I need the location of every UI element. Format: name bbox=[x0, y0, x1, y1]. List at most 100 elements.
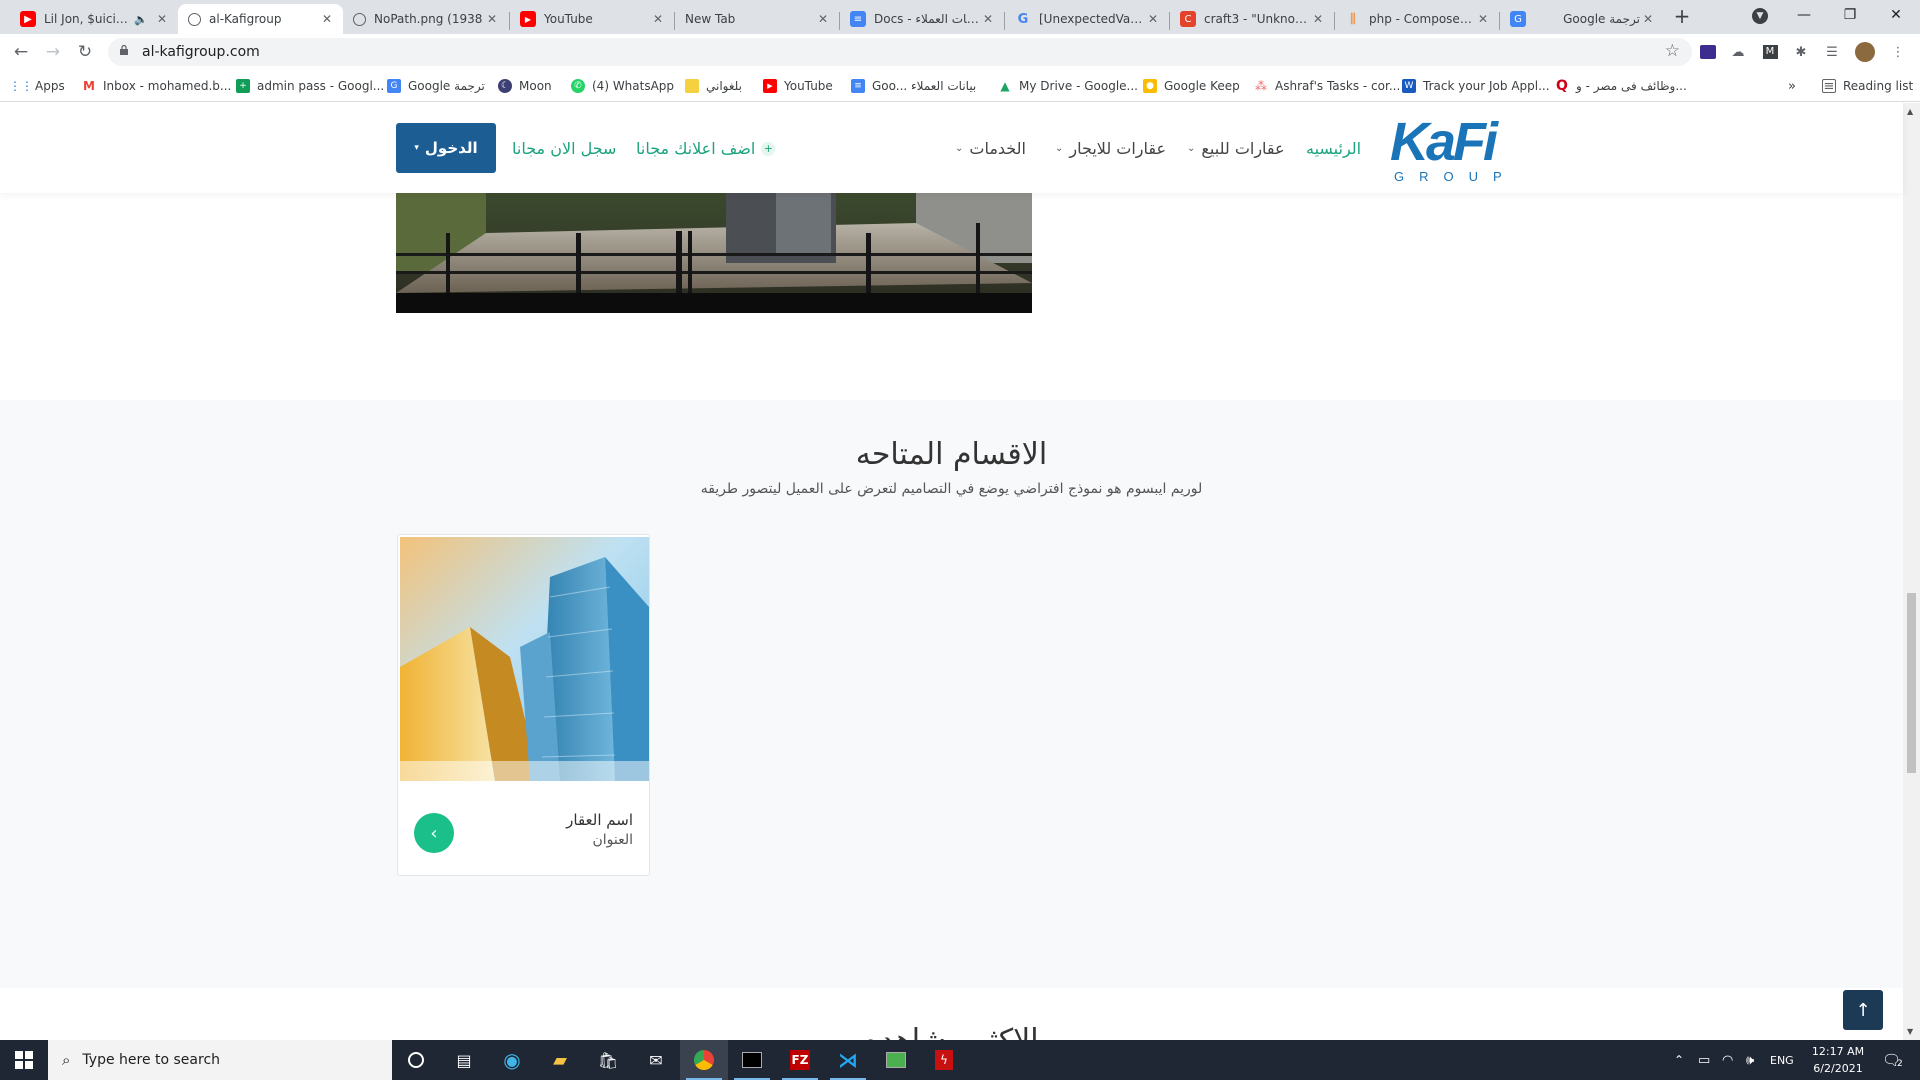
terminal-icon[interactable] bbox=[728, 1040, 776, 1080]
close-icon[interactable]: ✕ bbox=[154, 12, 170, 26]
extension-cloud-icon[interactable]: ☁ bbox=[1728, 42, 1748, 62]
bookmark-item[interactable]: W Track your Job Appl... bbox=[1402, 77, 1550, 95]
bookmark-star-icon[interactable]: ☆ bbox=[1665, 41, 1680, 61]
speaker-mute-icon[interactable]: 🔈 bbox=[134, 13, 148, 26]
nav-for-sale[interactable]: ⌄ عقارات للبيع bbox=[1187, 139, 1285, 158]
browser-tab[interactable]: ▶ Lil Jon, $uicide 🔈 ✕ bbox=[10, 4, 178, 34]
browser-tab[interactable]: G [UnexpectedValue ✕ bbox=[1005, 4, 1169, 34]
logo-subtitle: GROUP bbox=[1394, 169, 1517, 184]
vscode-icon[interactable]: ⋊ bbox=[824, 1040, 872, 1080]
edge-icon[interactable]: ◉ bbox=[488, 1040, 536, 1080]
media-queue-icon[interactable]: ☰ bbox=[1822, 42, 1842, 62]
bookmark-item[interactable]: G Google ترجمة bbox=[387, 77, 485, 95]
tab-search-icon[interactable]: ▼ bbox=[1748, 4, 1772, 28]
url-text[interactable]: al-kafigroup.com bbox=[142, 44, 260, 60]
reload-icon[interactable]: ↻ bbox=[73, 40, 97, 64]
avatar[interactable] bbox=[1855, 42, 1875, 62]
nav-services[interactable]: ⌄ الخدمات bbox=[955, 139, 1026, 158]
mail-icon[interactable]: ✉ bbox=[632, 1040, 680, 1080]
browser-tab[interactable]: NoPath.png (1938 ✕ bbox=[343, 4, 508, 34]
bookmark-item[interactable]: بلغواني bbox=[685, 77, 742, 95]
nav-home[interactable]: الرئيسيه bbox=[1306, 139, 1361, 158]
scroll-to-top-button[interactable]: ↑ bbox=[1843, 990, 1883, 1030]
kebab-menu-icon[interactable]: ⋮ bbox=[1888, 42, 1908, 62]
new-tab-button[interactable]: + bbox=[1670, 4, 1694, 28]
clock[interactable]: 12:17 AM 6/2/2021 bbox=[1800, 1043, 1876, 1077]
nav-for-rent[interactable]: ⌄ عقارات للايجار bbox=[1055, 139, 1166, 158]
app-green-icon[interactable] bbox=[872, 1040, 920, 1080]
puzzle-extensions-icon[interactable]: ✱ bbox=[1791, 42, 1811, 62]
more-bookmarks-chevron-icon[interactable]: » bbox=[1788, 77, 1796, 95]
browser-tab[interactable]: ≡ Docs - بيانات العملاء ✕ bbox=[840, 4, 1004, 34]
close-window-button[interactable]: ✕ bbox=[1873, 0, 1919, 30]
bookmark-item[interactable]: M Inbox - mohamed.b... bbox=[82, 77, 231, 95]
browser-tab[interactable]: G Google ترجمة ✕ bbox=[1500, 4, 1664, 34]
close-icon[interactable]: ✕ bbox=[1145, 12, 1161, 26]
close-icon[interactable]: ✕ bbox=[815, 12, 831, 26]
close-icon[interactable]: ✕ bbox=[319, 12, 335, 26]
scroll-up-arrow-icon[interactable]: ▲ bbox=[1907, 107, 1913, 116]
close-icon[interactable]: ✕ bbox=[1475, 12, 1491, 26]
file-explorer-icon[interactable]: ▰ bbox=[536, 1040, 584, 1080]
chrome-icon[interactable] bbox=[680, 1040, 728, 1080]
battery-icon[interactable]: ▭ bbox=[1698, 1040, 1710, 1080]
volume-icon[interactable]: 🕪 bbox=[1746, 1040, 1754, 1080]
wifi-icon[interactable]: ◠ bbox=[1722, 1040, 1733, 1080]
start-button[interactable] bbox=[0, 1040, 48, 1080]
restore-button[interactable]: ❐ bbox=[1827, 0, 1873, 30]
login-button[interactable]: ▾ الدخول bbox=[396, 123, 496, 173]
bookmark-item[interactable]: ▲ My Drive - Google... bbox=[998, 77, 1138, 95]
browser-tab[interactable]: ⫼ php - Composer c ✕ bbox=[1335, 4, 1499, 34]
address-bar[interactable]: al-kafigroup.com ☆ bbox=[108, 38, 1692, 66]
browser-tab[interactable]: C craft3 - "Unknown ✕ bbox=[1170, 4, 1334, 34]
arrow-up-icon: ↑ bbox=[1855, 999, 1871, 1021]
close-icon[interactable]: ✕ bbox=[650, 12, 666, 26]
page-scrollbar[interactable]: ▲ ▼ bbox=[1903, 103, 1920, 1040]
browser-tab[interactable]: ▶ YouTube ✕ bbox=[510, 4, 674, 34]
close-icon[interactable]: ✕ bbox=[484, 12, 500, 26]
bookmark-item[interactable]: Q وظائف فى مصر - و... bbox=[1555, 77, 1687, 95]
close-icon[interactable]: ✕ bbox=[1640, 12, 1656, 26]
forward-arrow-icon[interactable]: → bbox=[41, 40, 65, 64]
back-arrow-icon[interactable]: ← bbox=[9, 40, 33, 64]
taskbar-search-box[interactable]: ⌕ Type here to search bbox=[48, 1040, 392, 1080]
scrollbar-thumb[interactable] bbox=[1907, 593, 1916, 773]
apps-grid-icon: ⋮⋮ bbox=[9, 79, 33, 93]
tray-chevron-up-icon[interactable]: ⌃ bbox=[1674, 1040, 1684, 1080]
close-icon[interactable]: ✕ bbox=[980, 12, 996, 26]
chevron-down-icon: ⌄ bbox=[1187, 143, 1196, 154]
scroll-down-arrow-icon[interactable]: ▼ bbox=[1907, 1027, 1913, 1036]
reading-list[interactable]: ≡ Reading list bbox=[1822, 77, 1913, 95]
category-card[interactable]: اسم العقار العنوان ‹ bbox=[397, 534, 650, 876]
notification-center-icon[interactable]: 🗨 2 bbox=[1882, 1040, 1903, 1080]
bookmark-item[interactable]: ≡ Goo... بيانات العملاء bbox=[851, 77, 976, 95]
extension-m-icon[interactable]: M bbox=[1760, 42, 1780, 62]
bookmark-apps[interactable]: ⋮⋮ Apps bbox=[9, 77, 65, 95]
add-ad-link[interactable]: اضف اعلانك مجانا + bbox=[636, 139, 776, 158]
bookmark-item[interactable]: ● Google Keep bbox=[1143, 77, 1240, 95]
bookmark-item[interactable]: ✆ (4) WhatsApp bbox=[571, 77, 674, 95]
asana-icon: ⁂ bbox=[1255, 79, 1267, 93]
extension-purple-icon[interactable] bbox=[1698, 42, 1718, 62]
filezilla-icon[interactable]: FZ bbox=[776, 1040, 824, 1080]
card-arrow-button[interactable]: ‹ bbox=[414, 813, 454, 853]
bookmark-item[interactable]: ☾ Moon bbox=[498, 77, 552, 95]
tab-strip: ▶ Lil Jon, $uicide 🔈 ✕ al-Kafigroup ✕ No… bbox=[0, 0, 1920, 34]
browser-tab-active[interactable]: al-Kafigroup ✕ bbox=[178, 4, 343, 34]
bookmark-item[interactable]: ⁂ Ashraf's Tasks - cor... bbox=[1254, 77, 1400, 95]
close-icon[interactable]: ✕ bbox=[1310, 12, 1326, 26]
word-icon: W bbox=[1402, 79, 1416, 93]
minimize-button[interactable]: — bbox=[1781, 0, 1827, 30]
browser-tab[interactable]: New Tab ✕ bbox=[675, 4, 839, 34]
app-red-bolt-icon[interactable]: ϟ bbox=[920, 1040, 968, 1080]
language-indicator[interactable]: ENG bbox=[1770, 1040, 1794, 1080]
chevron-down-icon: ⌄ bbox=[955, 143, 964, 154]
register-link[interactable]: سجل الان مجانا bbox=[512, 139, 616, 158]
store-icon[interactable]: 🛍 bbox=[584, 1040, 632, 1080]
globe-icon bbox=[188, 12, 201, 26]
cortana-icon[interactable] bbox=[392, 1040, 440, 1080]
task-view-icon[interactable]: ▤ bbox=[440, 1040, 488, 1080]
bookmark-item[interactable]: ▶ YouTube bbox=[763, 77, 833, 95]
site-logo[interactable]: KaFi GROUP bbox=[1390, 115, 1508, 187]
bookmark-item[interactable]: + admin pass - Googl... bbox=[236, 77, 384, 95]
